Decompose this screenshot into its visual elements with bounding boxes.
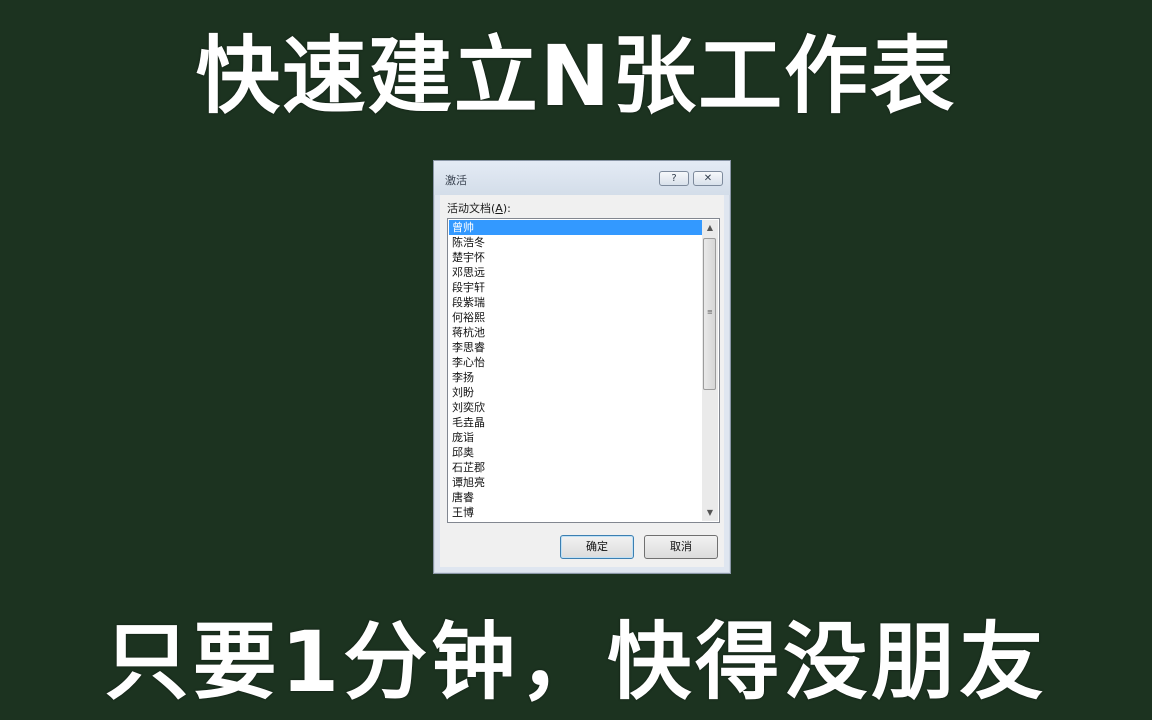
activate-dialog: 激活 ? ✕ 活动文档(A): 曾帅 陈浩冬 楚宇怀 邓思远 段宇轩 段紫瑞 何裕熙 蒋杭池李… [433,160,731,574]
dialog-title: 激活 [445,174,467,187]
list-label-prefix: 活动文档( [447,202,496,215]
scroll-up-arrow-icon[interactable]: ▲ [702,220,718,236]
list-item[interactable]: 谭旭亮 [449,475,702,490]
list-item[interactable]: 石芷郡 [449,460,702,475]
list-item[interactable]: 李思睿 [449,340,702,355]
dialog-body: 活动文档(A): 曾帅 陈浩冬 楚宇怀 邓思远 段宇轩 段紫瑞 何裕熙 蒋杭池 李思睿 李心怡 李扬… [440,195,724,567]
list-item[interactable]: 楚宇怀 [449,250,702,265]
ok-button[interactable]: 确定 [560,535,634,559]
list-label-suffix: ): [502,202,511,215]
headline-top: 快速建立N张工作表 [195,27,957,125]
list-item[interactable]: 李扬 [449,370,702,385]
scrollbar-thumb[interactable]: ≡ [703,238,716,390]
vertical-scrollbar[interactable]: ▲ ≡ ▼ [702,220,718,521]
help-button[interactable]: ? [659,171,689,186]
close-button[interactable]: ✕ [693,171,723,186]
grip-icon: ≡ [707,308,713,316]
cancel-button[interactable]: 取消 [644,535,718,559]
documents-listbox[interactable]: 曾帅 陈浩冬 楚宇怀 邓思远 段宇轩 段紫瑞 何裕熙 蒋杭池 李思睿 李心怡 李扬 刘盼 刘奕欣 毛垚晶庞… [447,218,720,523]
list-item[interactable]: 邓思远 [449,265,702,280]
list-item[interactable]: 刘奕欣 [449,400,702,415]
list-item[interactable]: 段宇轩 [449,280,702,295]
list-item[interactable]: 何裕熙 [449,310,702,325]
list-item[interactable]: 陈浩冬 [449,235,702,250]
list-label: 活动文档(A): [447,200,511,216]
list-label-accelerator: A [495,202,503,215]
scroll-down-arrow-icon[interactable]: ▼ [702,505,718,521]
list-items: 曾帅 陈浩冬 楚宇怀 邓思远 段宇轩 段紫瑞 何裕熙 蒋杭池 李思睿 李心怡 李扬 刘盼 刘奕欣 毛垚晶庞… [449,220,702,521]
list-item[interactable]: 王博 [449,505,702,520]
list-item[interactable]: 毛垚晶 [449,415,702,430]
list-item[interactable]: 李心怡 [449,355,702,370]
list-item[interactable]: 邱奥 [449,445,702,460]
headline-bottom: 只要1分钟，快得没朋友 [104,613,1048,711]
list-item[interactable]: 蒋杭池 [449,325,702,340]
list-item[interactable]: 刘盼 [449,385,702,400]
list-item[interactable]: 曾帅 [449,220,702,235]
list-item[interactable]: 唐睿 [449,490,702,505]
dialog-titlebar[interactable]: 激活 ? ✕ [434,161,730,195]
list-item[interactable]: 庞诣 [449,430,702,445]
list-item[interactable]: 段紫瑞 [449,295,702,310]
